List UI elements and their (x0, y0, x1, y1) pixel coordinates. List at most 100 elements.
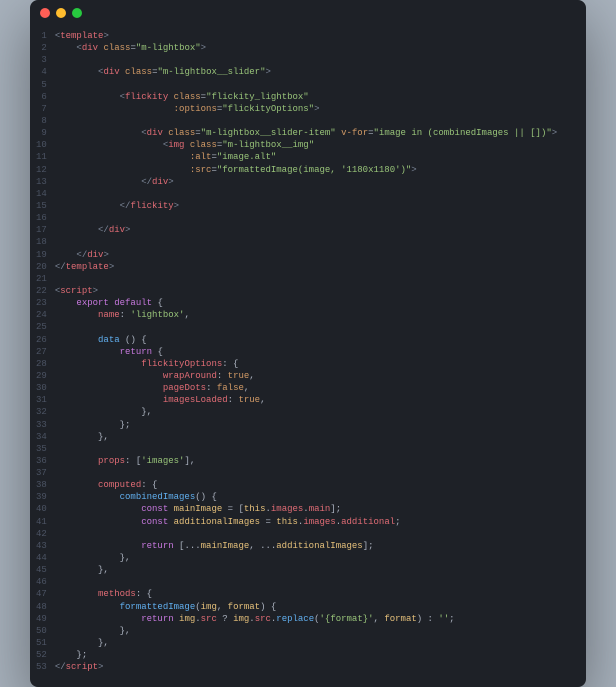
line-number: 8 (36, 115, 47, 127)
line-number: 1 (36, 30, 47, 42)
zoom-icon[interactable] (72, 8, 82, 18)
line-number: 38 (36, 479, 47, 491)
code-line[interactable]: return [...mainImage, ...additionalImage… (55, 540, 586, 552)
code-line[interactable]: <template> (55, 30, 586, 42)
line-number: 12 (36, 164, 47, 176)
line-number: 28 (36, 358, 47, 370)
line-number: 4 (36, 66, 47, 78)
code-line[interactable] (55, 273, 586, 285)
code-line[interactable]: }, (55, 637, 586, 649)
line-number: 27 (36, 346, 47, 358)
code-line[interactable]: :options="flickityOptions"> (55, 103, 586, 115)
code-line[interactable]: }; (55, 649, 586, 661)
code-line[interactable]: }, (55, 431, 586, 443)
code-line[interactable] (55, 188, 586, 200)
line-number: 48 (36, 601, 47, 613)
code-line[interactable]: </div> (55, 249, 586, 261)
code-line[interactable]: <div class="m-lightbox__slider"> (55, 66, 586, 78)
code-line[interactable]: wrapAround: true, (55, 370, 586, 382)
code-line[interactable] (55, 79, 586, 91)
titlebar (30, 0, 586, 26)
line-number: 20 (36, 261, 47, 273)
code-line[interactable]: export default { (55, 297, 586, 309)
code-line[interactable]: <script> (55, 285, 586, 297)
code-line[interactable]: <div class="m-lightbox__slider-item" v-f… (55, 127, 586, 139)
line-number: 26 (36, 334, 47, 346)
line-number: 6 (36, 91, 47, 103)
code-line[interactable] (55, 576, 586, 588)
code-line[interactable]: const mainImage = [this.images.main]; (55, 503, 586, 515)
line-number: 19 (36, 249, 47, 261)
code-line[interactable]: formattedImage(img, format) { (55, 601, 586, 613)
line-number: 37 (36, 467, 47, 479)
line-number: 31 (36, 394, 47, 406)
code-line[interactable]: <div class="m-lightbox"> (55, 42, 586, 54)
line-number: 41 (36, 516, 47, 528)
code-content[interactable]: <template> <div class="m-lightbox"> <div… (55, 30, 586, 673)
code-line[interactable]: <img class="m-lightbox__img" (55, 139, 586, 151)
editor[interactable]: 1234567891011121314151617181920212223242… (30, 26, 586, 687)
line-number: 32 (36, 406, 47, 418)
line-number: 44 (36, 552, 47, 564)
line-number: 50 (36, 625, 47, 637)
code-line[interactable]: :alt="image.alt" (55, 151, 586, 163)
line-number: 51 (36, 637, 47, 649)
code-line[interactable] (55, 115, 586, 127)
code-line[interactable] (55, 467, 586, 479)
minimize-icon[interactable] (56, 8, 66, 18)
code-line[interactable]: const additionalImages = this.images.add… (55, 516, 586, 528)
code-line[interactable] (55, 212, 586, 224)
code-line[interactable]: </div> (55, 224, 586, 236)
line-number: 17 (36, 224, 47, 236)
code-line[interactable]: flickityOptions: { (55, 358, 586, 370)
code-line[interactable]: </template> (55, 261, 586, 273)
line-number: 52 (36, 649, 47, 661)
code-line[interactable] (55, 443, 586, 455)
code-line[interactable] (55, 236, 586, 248)
code-line[interactable]: name: 'lightbox', (55, 309, 586, 321)
code-line[interactable]: data () { (55, 334, 586, 346)
code-line[interactable]: }, (55, 564, 586, 576)
code-line[interactable]: imagesLoaded: true, (55, 394, 586, 406)
code-line[interactable]: return { (55, 346, 586, 358)
line-number: 16 (36, 212, 47, 224)
line-number: 10 (36, 139, 47, 151)
line-number: 11 (36, 151, 47, 163)
code-line[interactable]: }, (55, 625, 586, 637)
line-number: 13 (36, 176, 47, 188)
line-number: 43 (36, 540, 47, 552)
code-line[interactable]: return img.src ? img.src.replace('{forma… (55, 613, 586, 625)
line-number: 45 (36, 564, 47, 576)
code-line[interactable]: }, (55, 552, 586, 564)
line-number: 5 (36, 79, 47, 91)
line-number: 36 (36, 455, 47, 467)
line-number: 23 (36, 297, 47, 309)
line-number: 42 (36, 528, 47, 540)
close-icon[interactable] (40, 8, 50, 18)
code-line[interactable]: </script> (55, 661, 586, 673)
line-number: 34 (36, 431, 47, 443)
line-number: 14 (36, 188, 47, 200)
code-line[interactable]: }; (55, 419, 586, 431)
line-number: 24 (36, 309, 47, 321)
code-line[interactable] (55, 321, 586, 333)
line-number: 18 (36, 236, 47, 248)
code-line[interactable]: }, (55, 406, 586, 418)
line-number: 25 (36, 321, 47, 333)
code-line[interactable]: computed: { (55, 479, 586, 491)
code-line[interactable]: pageDots: false, (55, 382, 586, 394)
code-line[interactable]: :src="formattedImage(image, '1180x1180')… (55, 164, 586, 176)
code-line[interactable]: props: ['images'], (55, 455, 586, 467)
code-line[interactable]: combinedImages() { (55, 491, 586, 503)
line-number: 40 (36, 503, 47, 515)
line-number-gutter: 1234567891011121314151617181920212223242… (30, 30, 55, 673)
line-number: 30 (36, 382, 47, 394)
code-line[interactable]: methods: { (55, 588, 586, 600)
line-number: 22 (36, 285, 47, 297)
code-line[interactable] (55, 528, 586, 540)
code-line[interactable] (55, 54, 586, 66)
code-line[interactable]: </div> (55, 176, 586, 188)
line-number: 33 (36, 419, 47, 431)
code-line[interactable]: </flickity> (55, 200, 586, 212)
code-line[interactable]: <flickity class="flickity_lightbox" (55, 91, 586, 103)
